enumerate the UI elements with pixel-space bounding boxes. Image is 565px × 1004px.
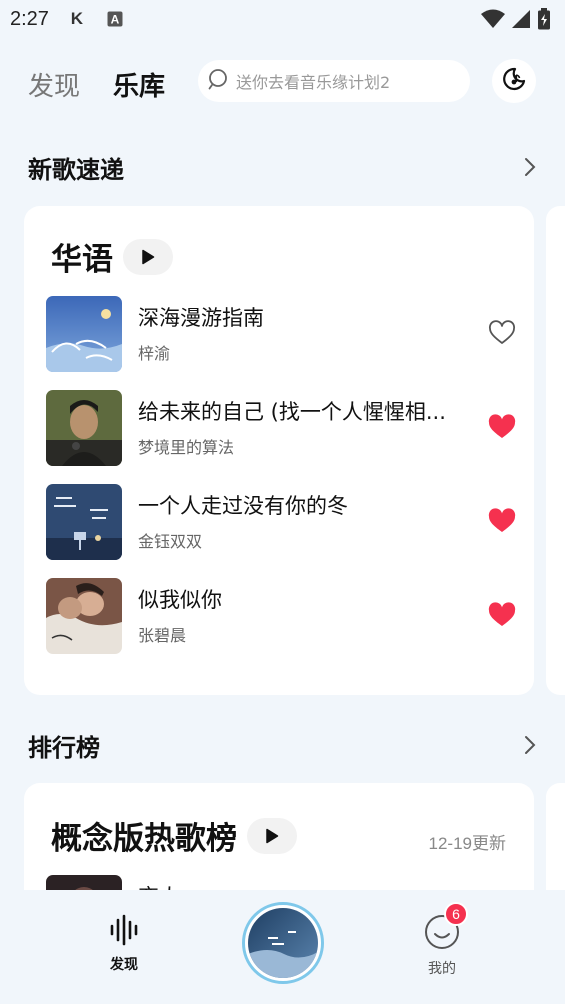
bottom-nav: 发现 我的 6 <box>0 890 565 1004</box>
nav-discover[interactable]: 发现 <box>84 914 164 974</box>
nav-mine[interactable]: 我的 <box>402 914 482 978</box>
night-mode-button[interactable] <box>492 59 536 103</box>
moon-music-icon <box>501 66 527 96</box>
card-header: 华语 <box>51 234 173 279</box>
smile-face-icon <box>424 915 460 954</box>
now-playing-disc[interactable] <box>242 902 324 984</box>
song-artist: 梓渝 <box>138 344 171 363</box>
card-title: 概念版热歌榜 <box>51 821 237 857</box>
wifi-icon <box>481 9 505 33</box>
card-header: 概念版热歌榜 <box>51 813 297 858</box>
song-item[interactable]: 似我似你 张碧晨 <box>46 578 516 656</box>
album-cover <box>46 390 122 466</box>
heart-filled-icon[interactable] <box>488 414 516 440</box>
song-item[interactable]: 深海漫游指南 梓渝 <box>46 296 516 374</box>
tab-library[interactable]: 乐库 <box>113 66 165 103</box>
tab-discover[interactable]: 发现 <box>28 66 80 103</box>
header: 发现 乐库 送你去看音乐缘计划2 <box>0 56 565 108</box>
chevron-right-icon[interactable] <box>523 156 537 178</box>
now-playing-cover <box>248 908 318 978</box>
heart-outline-icon[interactable] <box>488 320 516 346</box>
notification-badge: 6 <box>444 902 468 926</box>
nav-discover-label: 发现 <box>110 957 138 973</box>
search-placeholder: 送你去看音乐缘计划2 <box>236 73 391 92</box>
nav-mine-label: 我的 <box>428 961 456 977</box>
search-icon <box>208 68 230 94</box>
heart-filled-icon[interactable] <box>488 602 516 628</box>
song-item[interactable]: 给未来的自己 (找一个人惺惺相... 梦境里的算法 <box>46 390 516 468</box>
album-cover <box>46 578 122 654</box>
signal-icon <box>511 9 531 33</box>
section-title-charts: 排行榜 <box>28 734 100 762</box>
sound-wave-icon <box>108 914 140 950</box>
card-title: 华语 <box>51 242 113 278</box>
song-title: 深海漫游指南 <box>138 306 264 330</box>
play-all-button[interactable] <box>123 238 173 275</box>
song-artist: 张碧晨 <box>138 626 187 645</box>
k-icon: K <box>70 9 84 28</box>
song-title: 一个人走过没有你的冬 <box>138 494 348 518</box>
battery-icon <box>537 8 551 34</box>
status-bar: 2:27 K A <box>0 0 565 38</box>
play-all-button[interactable] <box>247 817 297 854</box>
svg-text:A: A <box>111 13 120 27</box>
new-songs-card[interactable]: 华语 深海漫游指南 梓渝 给未来的自己 (找一个人惺惺相... 梦境里的算法 一… <box>24 206 534 695</box>
song-title: 似我似你 <box>138 588 222 612</box>
heart-filled-icon[interactable] <box>488 508 516 534</box>
next-card-peek[interactable] <box>546 206 565 695</box>
chevron-right-icon[interactable] <box>523 734 537 756</box>
section-title-new-songs: 新歌速递 <box>28 156 124 184</box>
a-icon: A <box>105 9 125 29</box>
update-date: 12-19更新 <box>428 834 506 853</box>
song-title: 给未来的自己 (找一个人惺惺相... <box>138 400 446 424</box>
song-artist: 金钰双双 <box>138 532 203 551</box>
search-input[interactable]: 送你去看音乐缘计划2 <box>198 60 470 102</box>
album-cover <box>46 484 122 560</box>
album-cover <box>46 296 122 372</box>
play-icon <box>142 249 155 264</box>
song-artist: 梦境里的算法 <box>138 438 235 457</box>
play-icon <box>266 828 279 843</box>
status-time: 2:27 <box>10 7 49 30</box>
song-item[interactable]: 一个人走过没有你的冬 金钰双双 <box>46 484 516 562</box>
